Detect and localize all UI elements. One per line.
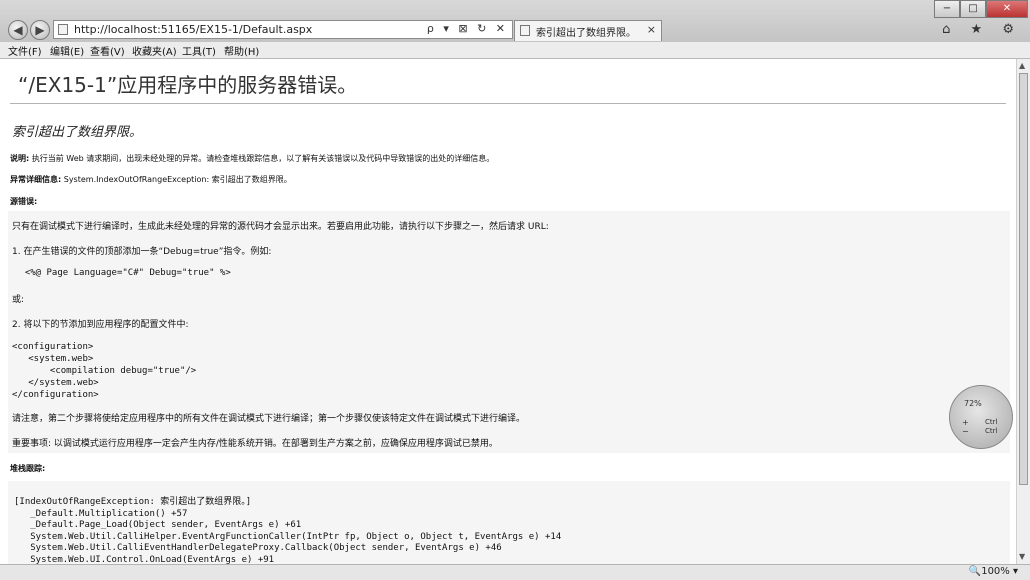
exception-line: 异常详细信息: System.IndexOutOfRangeException:…	[10, 174, 292, 185]
zoom-pan-widget[interactable]: 72% + − Ctrl Ctrl	[949, 385, 1013, 449]
status-bar: 🔍100% ▾	[0, 564, 1030, 580]
description-label: 说明:	[10, 154, 30, 163]
menu-file[interactable]: 文件(F)	[8, 43, 42, 58]
browser-chrome: ◀ ▶ http://localhost:51165/EX15-1/Defaul…	[0, 0, 1030, 43]
stack-trace-text: [IndexOutOfRangeException: 索引超出了数组界限。] _…	[14, 497, 562, 564]
source-error-label: 源错误:	[10, 197, 38, 206]
home-favorites-tools-icons[interactable]: ⌂ ★ ⚙	[942, 22, 1022, 37]
title-divider	[10, 103, 1006, 104]
source-step2: 2. 将以下的节添加到应用程序的配置文件中:	[12, 320, 189, 330]
address-bar[interactable]: http://localhost:51165/EX15-1/Default.as…	[53, 20, 513, 39]
back-icon: ◀	[13, 23, 23, 37]
source-error-box: 只有在调试模式下进行编译时，生成此未经处理的异常的源代码才会显示出来。若要启用此…	[8, 211, 1010, 453]
source-intro: 只有在调试模式下进行编译时，生成此未经处理的异常的源代码才会显示出来。若要启用此…	[12, 222, 549, 232]
page-title: “/EX15-1”应用程序中的服务器错误。	[18, 73, 358, 97]
tab-close-icon[interactable]: ×	[647, 23, 656, 36]
stack-trace-box: [IndexOutOfRangeException: 索引超出了数组界限。] _…	[8, 481, 1010, 564]
scroll-down-icon[interactable]: ▼	[1019, 552, 1025, 561]
forward-button[interactable]: ▶	[30, 20, 50, 40]
tab-page-icon	[520, 25, 530, 36]
source-code1: <%@ Page Language="C#" Debug="true" %>	[14, 268, 231, 278]
page-icon	[58, 24, 68, 35]
exception-label: 异常详细信息:	[10, 175, 62, 184]
menu-favorites[interactable]: 收藏夹(A)	[132, 43, 177, 58]
maximize-button[interactable]: □	[960, 0, 986, 18]
address-tools[interactable]: ρ ▾ ⊠ ↻ ✕	[427, 22, 508, 35]
widget-percent: 72%	[964, 399, 982, 408]
source-note2: 重要事项: 以调试模式运行应用程序一定会产生内存/性能系统开销。在部署到生产方案…	[12, 439, 498, 449]
close-button[interactable]: ✕	[986, 0, 1028, 18]
source-or: 或:	[12, 295, 25, 305]
description-text: 执行当前 Web 请求期间，出现未经处理的异常。请检查堆栈跟踪信息，以了解有关该…	[29, 154, 495, 163]
vertical-scrollbar[interactable]: ▲ ▼	[1016, 59, 1030, 564]
menu-edit[interactable]: 编辑(E)	[50, 43, 84, 58]
scroll-up-icon[interactable]: ▲	[1019, 61, 1025, 70]
address-url[interactable]: http://localhost:51165/EX15-1/Default.as…	[74, 23, 312, 36]
page-content: “/EX15-1”应用程序中的服务器错误。 索引超出了数组界限。 说明: 执行当…	[0, 59, 1016, 564]
menu-bar: 文件(F) 编辑(E) 查看(V) 收藏夹(A) 工具(T) 帮助(H)	[0, 42, 1030, 59]
zoom-level[interactable]: 🔍100% ▾	[969, 566, 1018, 577]
source-code2: <configuration> <system.web> <compilatio…	[12, 342, 197, 400]
stack-trace-label: 堆栈跟踪:	[10, 464, 46, 473]
tab-title: 索引超出了数组界限。	[536, 28, 636, 39]
browser-tab[interactable]: 索引超出了数组界限。 ×	[514, 20, 662, 41]
source-note1: 请注意，第二个步骤将使给定应用程序中的所有文件在调试模式下进行编译；第一个步骤仅…	[12, 414, 526, 424]
minimize-button[interactable]: −	[934, 0, 960, 18]
error-subtitle: 索引超出了数组界限。	[12, 125, 143, 140]
widget-ctrl-labels: Ctrl Ctrl	[985, 418, 998, 435]
exception-text: System.IndexOutOfRangeException: 索引超出了数组…	[61, 175, 292, 184]
description-line: 说明: 执行当前 Web 请求期间，出现未经处理的异常。请检查堆栈跟踪信息，以了…	[10, 153, 494, 164]
back-button[interactable]: ◀	[8, 20, 28, 40]
window-controls: − □ ✕	[934, 0, 1028, 18]
widget-plus-minus[interactable]: + −	[962, 418, 969, 436]
menu-tools[interactable]: 工具(T)	[182, 43, 216, 58]
menu-view[interactable]: 查看(V)	[90, 43, 125, 58]
forward-icon: ▶	[35, 23, 45, 37]
source-step1: 1. 在产生错误的文件的顶部添加一条“Debug=true”指令。例如:	[12, 247, 272, 257]
scroll-thumb[interactable]	[1019, 73, 1028, 485]
menu-help[interactable]: 帮助(H)	[224, 43, 259, 58]
